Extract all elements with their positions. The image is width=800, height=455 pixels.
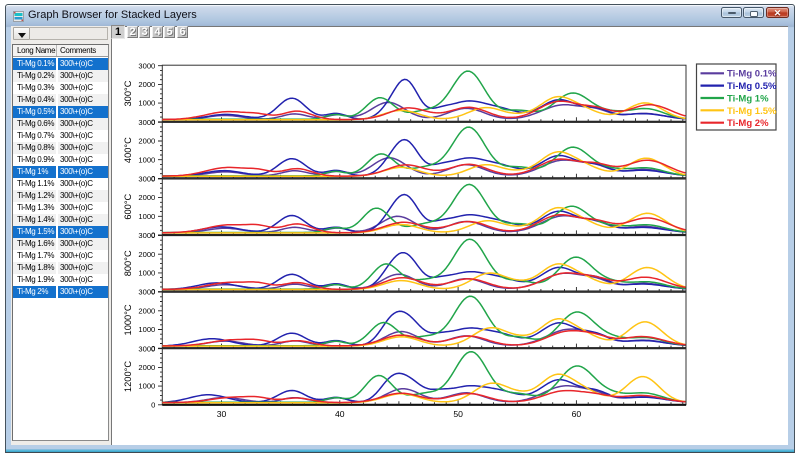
svg-text:Ti-Mg 1%: Ti-Mg 1% <box>727 93 769 104</box>
svg-text:1000: 1000 <box>138 155 155 164</box>
svg-text:1000°C: 1000°C <box>123 304 133 335</box>
svg-text:2000: 2000 <box>138 250 155 259</box>
svg-text:800°C: 800°C <box>123 250 133 276</box>
svg-text:Ti-Mg 0.5%: Ti-Mg 0.5% <box>727 81 777 92</box>
svg-text:1200°C: 1200°C <box>123 361 133 392</box>
svg-text:3000: 3000 <box>138 118 155 127</box>
svg-text:1000: 1000 <box>138 99 155 108</box>
svg-text:1000: 1000 <box>138 382 155 391</box>
svg-text:400°C: 400°C <box>123 137 133 163</box>
svg-text:2000: 2000 <box>138 193 155 202</box>
svg-text:30: 30 <box>217 409 227 419</box>
svg-text:1000: 1000 <box>138 269 155 278</box>
svg-text:3000: 3000 <box>138 288 155 297</box>
svg-text:3000: 3000 <box>138 231 155 240</box>
svg-text:40: 40 <box>335 409 345 419</box>
svg-text:1000: 1000 <box>138 212 155 221</box>
svg-text:Ti-Mg 1.5%: Ti-Mg 1.5% <box>727 106 777 117</box>
svg-text:600°C: 600°C <box>123 193 133 219</box>
svg-text:3000: 3000 <box>138 175 155 184</box>
svg-text:2000: 2000 <box>138 363 155 372</box>
svg-text:300°C: 300°C <box>123 80 133 106</box>
svg-text:2000: 2000 <box>138 80 155 89</box>
svg-text:3000: 3000 <box>138 61 155 70</box>
svg-text:Ti-Mg 0.1%: Ti-Mg 0.1% <box>727 69 777 80</box>
svg-text:50: 50 <box>453 409 463 419</box>
svg-text:0: 0 <box>151 400 155 409</box>
svg-text:1000: 1000 <box>138 325 155 334</box>
svg-text:2000: 2000 <box>138 306 155 315</box>
svg-text:Ti-Mg 2%: Ti-Mg 2% <box>727 118 769 129</box>
svg-text:60: 60 <box>572 409 582 419</box>
svg-text:3000: 3000 <box>138 344 155 353</box>
svg-text:2000: 2000 <box>138 137 155 146</box>
